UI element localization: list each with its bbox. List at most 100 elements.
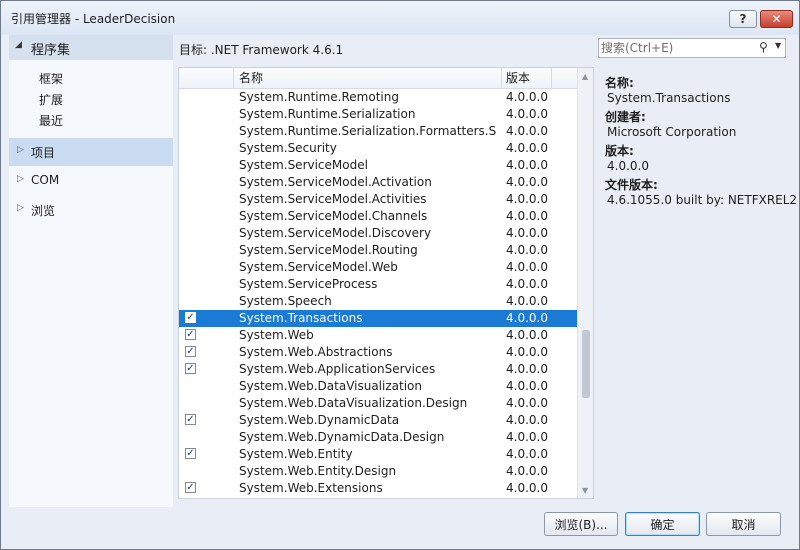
scroll-up-icon[interactable]: ▲ bbox=[582, 72, 588, 81]
table-row[interactable]: System.Web.Extensions.Design 4.0.0.0 bbox=[179, 497, 577, 499]
row-name: System.Runtime.Serialization.Formatters.… bbox=[239, 124, 497, 138]
row-name: System.Web.DataVisualization bbox=[239, 379, 422, 393]
row-version: 4.0.0.0 bbox=[506, 311, 548, 325]
table-row[interactable]: ✓ System.Web.DynamicData 4.0.0.0 bbox=[179, 412, 577, 429]
row-version: 4.0.0.0 bbox=[506, 243, 548, 257]
close-icon: ✕ bbox=[771, 12, 782, 26]
row-name: System.ServiceProcess bbox=[239, 277, 378, 291]
row-name: System.Runtime.Serialization bbox=[239, 107, 416, 121]
table-row[interactable]: System.ServiceModel.Activation 4.0.0.0 bbox=[179, 174, 577, 191]
row-name: System.Web.Entity bbox=[239, 447, 353, 461]
row-checkbox[interactable]: ✓ bbox=[185, 329, 196, 340]
row-name: System.ServiceModel.Channels bbox=[239, 209, 428, 223]
cancel-button[interactable]: 取消 bbox=[706, 512, 781, 536]
table-row[interactable]: System.Runtime.Serialization.Formatters.… bbox=[179, 123, 577, 140]
vertical-scrollbar[interactable]: ▲ ▼ bbox=[577, 68, 593, 498]
table-row[interactable]: System.Runtime.Remoting 4.0.0.0 bbox=[179, 89, 577, 106]
row-checkbox[interactable]: ✓ bbox=[185, 448, 196, 459]
column-header-name[interactable]: 名称 bbox=[239, 68, 263, 88]
table-row[interactable]: System.Runtime.Serialization 4.0.0.0 bbox=[179, 106, 577, 123]
row-name: System.Web.Extensions bbox=[239, 481, 383, 495]
column-separator[interactable] bbox=[501, 68, 502, 88]
sidebar-item-label: COM bbox=[31, 173, 60, 187]
row-version: 4.0.0.0 bbox=[506, 277, 548, 291]
row-version: 4.0.0.0 bbox=[506, 107, 548, 121]
table-row[interactable]: System.ServiceModel 4.0.0.0 bbox=[179, 157, 577, 174]
table-row[interactable]: System.ServiceProcess 4.0.0.0 bbox=[179, 276, 577, 293]
table-row[interactable]: ✓ System.Web 4.0.0.0 bbox=[179, 327, 577, 344]
table-row[interactable]: ✓ System.Web.Abstractions 4.0.0.0 bbox=[179, 344, 577, 361]
row-name: System.Web bbox=[239, 328, 314, 342]
collapsed-triangle-icon: ▷ bbox=[17, 145, 24, 155]
row-name: System.Security bbox=[239, 141, 337, 155]
search-input[interactable] bbox=[601, 40, 751, 56]
row-name: System.Web.Abstractions bbox=[239, 345, 393, 359]
table-row[interactable]: System.Web.DataVisualization.Design 4.0.0… bbox=[179, 395, 577, 412]
column-separator[interactable] bbox=[551, 68, 552, 88]
help-button[interactable]: ? bbox=[729, 10, 757, 28]
row-name: System.ServiceModel.Routing bbox=[239, 243, 418, 257]
collapsed-triangle-icon: ▷ bbox=[17, 203, 24, 213]
sidebar-item-extensions[interactable]: 扩展 bbox=[39, 91, 63, 108]
row-checkbox[interactable]: ✓ bbox=[185, 346, 196, 357]
ok-button[interactable]: 确定 bbox=[625, 512, 700, 536]
row-version: 4.0.0.0 bbox=[506, 226, 548, 240]
sidebar-item-com[interactable]: ▷ COM bbox=[9, 167, 173, 195]
table-row[interactable]: ✓ System.Web.Entity 4.0.0.0 bbox=[179, 446, 577, 463]
row-name: System.Transactions bbox=[239, 311, 363, 325]
row-name: System.Runtime.Remoting bbox=[239, 90, 399, 104]
row-checkbox[interactable]: ✓ bbox=[185, 312, 196, 323]
table-row[interactable]: System.Security 4.0.0.0 bbox=[179, 140, 577, 157]
close-button[interactable]: ✕ bbox=[760, 10, 793, 28]
row-version: 4.0.0.0 bbox=[506, 141, 548, 155]
table-row[interactable]: System.Speech 4.0.0.0 bbox=[179, 293, 577, 310]
table-row[interactable]: System.ServiceModel.Channels 4.0.0.0 bbox=[179, 208, 577, 225]
row-version: 4.0.0.0 bbox=[506, 90, 548, 104]
table-row[interactable]: System.Web.DynamicData.Design 4.0.0.0 bbox=[179, 429, 577, 446]
list-rows: System.Runtime.Remoting 4.0.0.0 System.Run… bbox=[179, 89, 577, 499]
column-header-version[interactable]: 版本 bbox=[506, 68, 530, 88]
row-version: 4.0.0.0 bbox=[506, 209, 548, 223]
row-name: System.Web.DynamicData bbox=[239, 413, 400, 427]
table-row[interactable]: ✓ System.Transactions 4.0.0.0 bbox=[179, 310, 577, 327]
window-title: 引用管理器 - LeaderDecision bbox=[11, 12, 176, 26]
detail-file-version-label: 文件版本: bbox=[605, 178, 658, 192]
sidebar-header-assemblies[interactable]: ◢ 程序集 bbox=[9, 35, 173, 60]
sidebar-item-framework[interactable]: 框架 bbox=[39, 70, 63, 87]
search-icon[interactable]: ⚲ bbox=[759, 40, 768, 54]
row-name: System.ServiceModel.Activities bbox=[239, 192, 427, 206]
detail-author-label: 创建者: bbox=[605, 110, 646, 124]
row-version: 4.0.0.0 bbox=[506, 362, 548, 376]
table-row[interactable]: System.Web.Entity.Design 4.0.0.0 bbox=[179, 463, 577, 480]
row-name: System.ServiceModel bbox=[239, 158, 368, 172]
table-row[interactable]: System.Web.DataVisualization 4.0.0.0 bbox=[179, 378, 577, 395]
row-version: 4.0.0.0 bbox=[506, 158, 548, 172]
table-row[interactable]: System.ServiceModel.Routing 4.0.0.0 bbox=[179, 242, 577, 259]
scrollbar-thumb[interactable] bbox=[582, 330, 590, 398]
table-row[interactable]: System.ServiceModel.Activities 4.0.0.0 bbox=[179, 191, 577, 208]
table-row[interactable]: ✓ System.Web.ApplicationServices 4.0.0.0 bbox=[179, 361, 577, 378]
sidebar-item-recent[interactable]: 最近 bbox=[39, 112, 63, 129]
row-version: 4.0.0.0 bbox=[506, 396, 548, 410]
target-framework-label: 目标: .NET Framework 4.6.1 bbox=[179, 43, 344, 57]
row-version: 4.0.0.0 bbox=[506, 345, 548, 359]
row-version: 4.0.0.0 bbox=[506, 379, 548, 393]
detail-name-value: System.Transactions bbox=[607, 91, 731, 105]
row-version: 4.0.0.0 bbox=[506, 192, 548, 206]
sidebar-item-browse[interactable]: ▷ 浏览 bbox=[9, 196, 173, 224]
table-row[interactable]: System.ServiceModel.Discovery 4.0.0.0 bbox=[179, 225, 577, 242]
detail-author-value: Microsoft Corporation bbox=[607, 125, 737, 139]
row-checkbox[interactable]: ✓ bbox=[185, 363, 196, 374]
browse-button[interactable]: 浏览(B)... bbox=[544, 512, 618, 536]
row-version: 4.0.0.0 bbox=[506, 498, 548, 499]
row-name: System.Web.Extensions.Design bbox=[239, 498, 497, 499]
column-separator[interactable] bbox=[233, 68, 234, 88]
scroll-down-icon[interactable]: ▼ bbox=[582, 486, 588, 495]
chevron-down-icon[interactable]: ▼ bbox=[775, 41, 781, 50]
table-row[interactable]: ✓ System.Web.Extensions 4.0.0.0 bbox=[179, 480, 577, 497]
sidebar-item-projects[interactable]: ▷ 项目 bbox=[9, 138, 173, 166]
row-checkbox[interactable]: ✓ bbox=[185, 414, 196, 425]
row-checkbox[interactable]: ✓ bbox=[185, 482, 196, 493]
table-row[interactable]: System.ServiceModel.Web 4.0.0.0 bbox=[179, 259, 577, 276]
row-name: System.Speech bbox=[239, 294, 332, 308]
